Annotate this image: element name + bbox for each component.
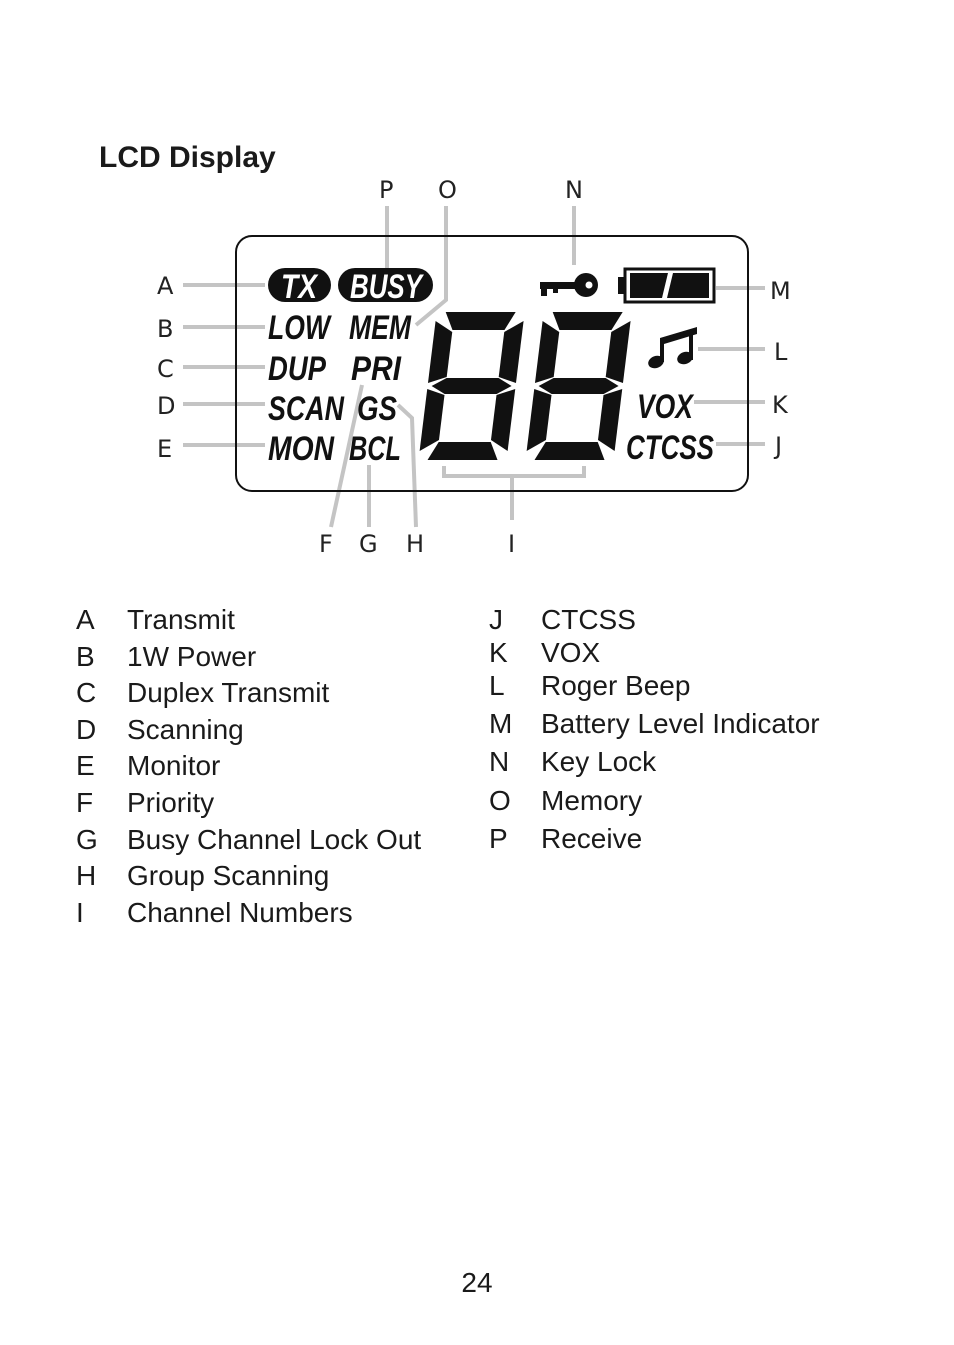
callout-o: O [438, 176, 457, 204]
callout-f: F [319, 530, 333, 558]
legend-letter: D [76, 714, 97, 745]
legend-letter: N [489, 746, 510, 777]
legend-description: VOX [541, 637, 601, 668]
legend-letter: M [489, 708, 513, 739]
digit-segment [498, 321, 524, 383]
digit-segment [605, 321, 631, 383]
callout-l: L [774, 338, 788, 366]
legend-letter: P [489, 823, 508, 854]
callout-n: N [565, 176, 583, 204]
legend-letter: B [76, 641, 95, 672]
callout-c: C [157, 355, 174, 383]
legend-description: Channel Numbers [127, 897, 353, 928]
callout-j: J [773, 432, 782, 460]
pri-indicator: PRI [351, 350, 402, 388]
legend-description: Monitor [127, 750, 221, 781]
gs-indicator: GS [357, 390, 397, 428]
digit-segment [445, 312, 516, 330]
legend-description: Busy Channel Lock Out [127, 824, 422, 855]
callout-p: P [379, 176, 393, 204]
legend-description: Transmit [127, 604, 235, 635]
tx-indicator: TX [281, 268, 319, 306]
legend-description: Memory [541, 785, 643, 816]
ctcss-indicator: CTCSS [626, 429, 714, 467]
legend-letter: A [76, 604, 95, 635]
callout-a: A [157, 272, 174, 300]
battery-icon [618, 267, 716, 304]
dup-indicator: DUP [268, 350, 326, 388]
digit-segment [534, 321, 560, 383]
callout-b: B [157, 315, 173, 343]
legend-letter: F [76, 787, 94, 818]
legend-letter: K [489, 637, 508, 668]
callout-h: H [406, 530, 424, 558]
digit-segment [431, 378, 512, 394]
digit-segment [552, 312, 623, 330]
digit-segment [427, 442, 498, 460]
legend-description: Roger Beep [541, 670, 691, 701]
low-indicator: LOW [268, 309, 332, 347]
legend-letter: H [76, 860, 97, 891]
legend-description: Group Scanning [127, 860, 330, 891]
key-icon [540, 273, 598, 297]
callout-e: E [157, 435, 172, 463]
digit-segment [534, 442, 605, 460]
bcl-indicator: BCL [349, 430, 401, 468]
mon-indicator: MON [268, 430, 335, 468]
busy-indicator: BUSY [350, 268, 425, 306]
legend-letter: J [489, 604, 503, 635]
legend-description: Scanning [127, 714, 244, 745]
legend-letter: L [489, 670, 505, 701]
vox-indicator: VOX [637, 388, 695, 426]
channel-number-digits [419, 312, 631, 460]
callout-d: D [157, 392, 175, 420]
digit-segment [538, 378, 619, 394]
legend-letter: E [76, 750, 95, 781]
digit-segment [427, 321, 453, 383]
legend-letter: O [489, 785, 511, 816]
scan-indicator: SCAN [268, 390, 345, 428]
callout-i: I [508, 530, 515, 558]
music-note-icon [648, 327, 697, 369]
legend-description: Battery Level Indicator [541, 708, 820, 739]
callout-m: M [770, 277, 791, 305]
digit-segment [526, 389, 552, 451]
legend-description: Receive [541, 823, 643, 854]
legend-description: Key Lock [541, 746, 657, 777]
callout-g: G [359, 530, 378, 558]
page-number: 24 [461, 1267, 493, 1298]
legend-letter: G [76, 824, 98, 855]
legend-description: 1W Power [127, 641, 257, 672]
digit-segment [419, 389, 445, 451]
mem-indicator: MEM [349, 309, 412, 347]
legend-description: Priority [127, 787, 215, 818]
digit-segment [597, 389, 623, 451]
legend-description: Duplex Transmit [127, 677, 330, 708]
legend-letter: I [76, 897, 84, 928]
digit-segment [490, 389, 516, 451]
legend-description: CTCSS [541, 604, 636, 635]
callout-k: K [772, 391, 789, 419]
legend-letter: C [76, 677, 97, 708]
lcd-diagram: A B C D E M L K J P O N F G H I TX BUSY … [157, 176, 791, 558]
